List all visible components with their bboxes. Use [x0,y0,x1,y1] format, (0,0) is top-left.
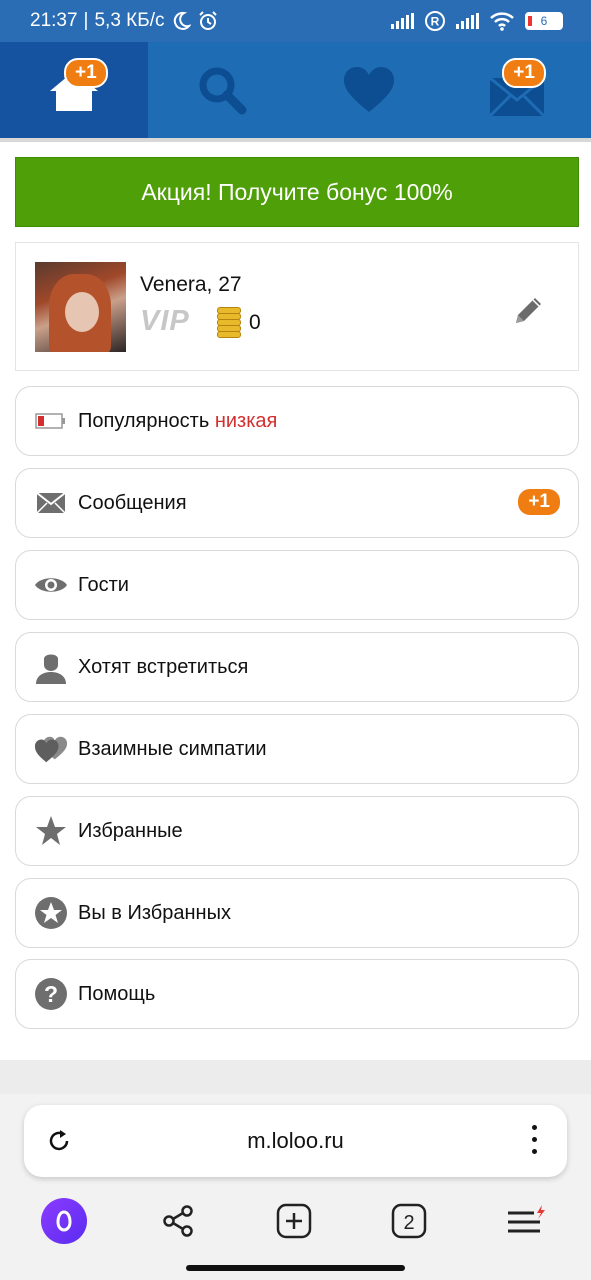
edit-pencil-icon[interactable] [510,293,546,329]
battery-low-icon [34,404,68,438]
top-nav: +1 +1 [0,42,591,138]
tab-home[interactable]: +1 [0,42,148,138]
clock: 21:37 [30,10,78,31]
messages-badge: +1 [518,489,560,515]
moon-icon [173,11,191,30]
svg-text:?: ? [44,981,58,1007]
home-badge: +1 [64,58,108,88]
tab-search[interactable] [148,42,296,138]
in-favorites-label: Вы в Избранных [78,901,231,924]
coins-count: 0 [249,311,261,334]
envelope-small-icon [34,486,68,520]
svg-text:R: R [431,15,440,29]
profile-name-age: Venera, 27 [140,273,242,296]
search-icon [199,67,247,115]
kebab-menu-icon[interactable] [532,1125,537,1154]
coins-icon [213,305,243,339]
tab-messages[interactable]: +1 [443,42,591,138]
menu-help[interactable]: ? Помощь [15,959,579,1029]
favorites-label: Избранные [78,819,183,842]
hamburger-icon [508,1205,545,1233]
messages-label: Сообщения [78,491,187,514]
hearts-icon [34,732,68,766]
new-tab-button[interactable] [269,1196,319,1246]
tabs-count-icon: 2 [391,1203,427,1239]
browser-bottom-nav: 2 [0,1196,591,1246]
tab-likes[interactable] [296,42,444,138]
address-bar[interactable]: m.loloo.ru [24,1105,567,1177]
status-bar: 21:37 | 5,3 КБ/с R 6 [0,0,591,42]
help-label: Помощь [78,982,156,1005]
wifi-icon [490,12,514,31]
promo-banner[interactable]: Акция! Получите бонус 100% [15,157,579,227]
page-footer [0,1060,591,1094]
profile-card: Venera, 27 VIP 0 [15,242,579,371]
battery-icon: 6 [525,12,563,30]
menu-favorites[interactable]: Избранные [15,796,579,866]
roaming-icon: R [425,11,445,31]
network-speed: 5,3 КБ/с [94,10,165,31]
menu-popularity[interactable]: Популярность низкая [15,386,579,456]
menu-guests[interactable]: Гости [15,550,579,620]
gesture-bar [186,1265,405,1271]
reload-icon[interactable] [46,1128,72,1154]
share-icon [163,1205,193,1237]
popularity-value: низкая [214,409,278,432]
nav-divider [0,138,591,142]
menu-want-meet[interactable]: Хотят встретиться [15,632,579,702]
signal-icon [391,13,414,29]
alarm-icon [198,11,217,30]
share-button[interactable] [153,1196,203,1246]
menu-mutual[interactable]: Взаимные симпатии [15,714,579,784]
alice-icon [41,1198,87,1244]
vip-label[interactable]: VIP [140,305,190,338]
tabs-button[interactable]: 2 [384,1196,434,1246]
signal-icon-2 [456,13,479,29]
menu-messages[interactable]: Сообщения +1 [15,468,579,538]
plus-square-icon [276,1203,312,1239]
person-icon [34,650,68,684]
heart-icon [344,67,395,112]
want-meet-label: Хотят встретиться [78,655,249,678]
guests-label: Гости [78,573,129,596]
avatar[interactable] [35,262,126,352]
svg-text:2: 2 [403,1212,414,1234]
star-circle-icon [34,896,68,930]
eye-icon [34,568,68,602]
messages-nav-badge: +1 [502,58,546,88]
menu-in-favorites[interactable]: Вы в Избранных [15,878,579,948]
popularity-label: Популярность [78,409,210,432]
url-text[interactable]: m.loloo.ru [247,1128,344,1154]
question-icon: ? [34,977,68,1011]
mutual-label: Взаимные симпатии [78,737,267,760]
alice-button[interactable] [39,1196,89,1246]
menu-button[interactable] [500,1196,550,1246]
star-icon [34,814,68,848]
